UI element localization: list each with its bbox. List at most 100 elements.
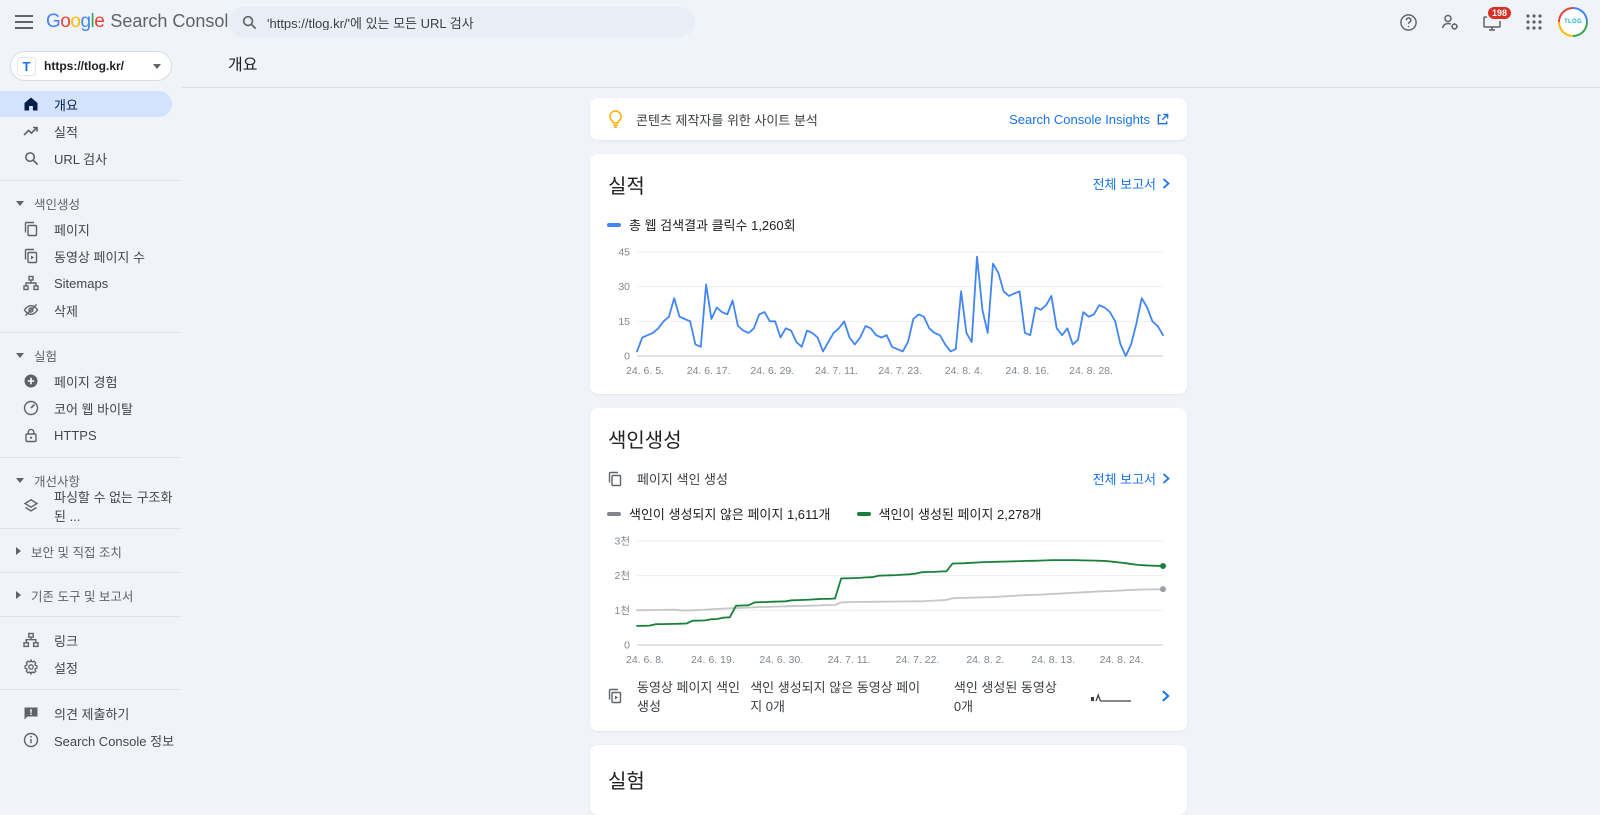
- sidebar-section-indexing[interactable]: 색인생성: [0, 191, 182, 215]
- video-not-indexed-count: 색인 생성되지 않은 동영상 페이지 0개: [750, 677, 928, 715]
- svg-text:2천: 2천: [615, 570, 631, 582]
- not-indexed-legend: 색인이 생성되지 않은 페이지 1,611개: [607, 504, 831, 523]
- sidebar-divider: [0, 457, 182, 458]
- insights-banner: 콘텐츠 제작자를 위한 사이트 분석 Search Console Insigh…: [590, 98, 1187, 140]
- video-pages-icon: [607, 688, 623, 704]
- svg-text:24. 8. 28.: 24. 8. 28.: [1069, 365, 1113, 377]
- google-apps-grid-icon[interactable]: [1516, 4, 1552, 40]
- svg-text:24. 6. 29.: 24. 6. 29.: [750, 365, 794, 377]
- sidebar-item-pages[interactable]: 페이지: [0, 216, 182, 242]
- property-domain: https://tlog.kr/: [44, 59, 145, 73]
- sidebar-item-video-pages[interactable]: 동영상 페이지 수: [0, 243, 182, 269]
- sidebar-item-label: 의견 제출하기: [54, 704, 129, 723]
- chevron-right-icon: [16, 547, 21, 555]
- svg-text:24. 6. 8.: 24. 6. 8.: [626, 654, 664, 666]
- experience-card: 실험: [590, 745, 1187, 815]
- video-indexing-label: 동영상 페이지 색인 생성: [637, 677, 750, 715]
- svg-text:24. 8. 2.: 24. 8. 2.: [966, 654, 1004, 666]
- insights-link-label: Search Console Insights: [1009, 112, 1150, 127]
- help-button[interactable]: [1390, 4, 1426, 40]
- svg-text:24. 7. 11.: 24. 7. 11.: [815, 365, 858, 377]
- not-indexed-legend-label: 색인이 생성되지 않은 페이지 1,611개: [629, 504, 831, 523]
- sidebar-item-performance[interactable]: 실적: [0, 118, 182, 144]
- chevron-right-icon: [1162, 473, 1170, 484]
- video-indexing-row[interactable]: 동영상 페이지 색인 생성 색인 생성되지 않은 동영상 페이지 0개 색인 생…: [607, 673, 1170, 719]
- sidebar-item-settings[interactable]: 설정: [0, 654, 182, 680]
- clicks-legend-label: 총 웹 검색결과 클릭수 1,260회: [629, 215, 796, 234]
- performance-full-report-link[interactable]: 전체 보고서: [1093, 174, 1170, 193]
- legend-swatch: [607, 223, 621, 227]
- whats-new-button[interactable]: 198: [1474, 4, 1510, 40]
- sidebar-item-removals[interactable]: 삭제: [0, 297, 182, 323]
- trending-up-icon: [23, 123, 39, 139]
- svg-text:24. 6. 17.: 24. 6. 17.: [687, 365, 731, 377]
- sidebar-divider: [0, 616, 182, 617]
- sidebar-item-label: 페이지 경험: [54, 372, 117, 391]
- sidebar-item-label: 설정: [54, 658, 78, 677]
- section-label: 실험: [34, 346, 57, 365]
- indexing-full-report-link[interactable]: 전체 보고서: [1093, 469, 1170, 488]
- full-report-label: 전체 보고서: [1093, 174, 1156, 193]
- video-indexed-count: 색인 생성된 동영상 0개: [954, 677, 1063, 715]
- banner-text: 콘텐츠 제작자를 위한 사이트 분석: [636, 110, 818, 129]
- sidebar-section-security[interactable]: 보안 및 직접 조치: [0, 539, 182, 563]
- sidebar-item-core-web-vitals[interactable]: 코어 웹 바이탈: [0, 395, 182, 421]
- url-inspection-searchbox[interactable]: [228, 7, 695, 37]
- sidebar-item-sitemaps[interactable]: Sitemaps: [0, 270, 182, 296]
- sidebar-item-page-experience[interactable]: 페이지 경험: [0, 368, 182, 394]
- home-icon: [23, 96, 39, 112]
- full-report-label: 전체 보고서: [1093, 469, 1156, 488]
- sidebar-item-url-inspection[interactable]: URL 검사: [0, 145, 182, 171]
- google-search-console-logo[interactable]: Google Search Console: [46, 11, 238, 33]
- property-favicon: T: [17, 57, 36, 76]
- svg-text:24. 7. 23.: 24. 7. 23.: [878, 365, 922, 377]
- section-label: 보안 및 직접 조치: [31, 542, 122, 561]
- property-selector[interactable]: T https://tlog.kr/: [10, 51, 172, 81]
- sidebar-item-label: 파싱할 수 없는 구조화된 ...: [54, 487, 182, 525]
- sidebar-divider: [0, 332, 182, 333]
- legend-swatch: [857, 512, 871, 516]
- svg-text:24. 6. 19.: 24. 6. 19.: [691, 654, 735, 666]
- feedback-icon: [23, 705, 39, 721]
- search-icon: [242, 15, 257, 30]
- sidebar-item-unparsable-structured-data[interactable]: 파싱할 수 없는 구조화된 ...: [0, 493, 182, 519]
- sidebar-item-label: 삭제: [54, 301, 78, 320]
- account-avatar[interactable]: TLOG: [1558, 7, 1588, 37]
- sitemap-icon: [23, 275, 39, 291]
- chevron-down-icon: [16, 478, 24, 483]
- hamburger-menu-icon[interactable]: [4, 2, 44, 42]
- indexing-chart[interactable]: 01천2천3천24. 6. 8.24. 6. 19.24. 6. 30.24. …: [607, 531, 1170, 671]
- chevron-right-icon[interactable]: [1161, 690, 1170, 702]
- indexed-legend: 색인이 생성된 페이지 2,278개: [857, 504, 1042, 523]
- lightbulb-icon: [608, 110, 623, 129]
- visibility-off-icon: [23, 302, 39, 318]
- sidebar-item-label: Search Console 정보: [54, 731, 174, 750]
- section-label: 색인생성: [34, 194, 80, 213]
- user-settings-button[interactable]: [1432, 4, 1468, 40]
- sidebar-item-overview[interactable]: 개요: [0, 91, 172, 117]
- search-console-insights-link[interactable]: Search Console Insights: [1009, 112, 1169, 127]
- sidebar-section-experience[interactable]: 실험: [0, 343, 182, 367]
- avatar-text: TLOG: [1560, 9, 1586, 35]
- experience-card-title: 실험: [607, 771, 645, 793]
- svg-text:1천: 1천: [615, 605, 631, 617]
- sidebar-item-label: 페이지: [54, 220, 90, 239]
- lock-icon: [23, 427, 39, 443]
- sidebar-item-feedback[interactable]: 의견 제출하기: [0, 700, 182, 726]
- sidebar-section-legacy-tools[interactable]: 기존 도구 및 보고서: [0, 583, 182, 607]
- gear-icon: [23, 659, 39, 675]
- indexing-card: 색인생성 페이지 색인 생성 전체 보고서 색인이 생성되지 않은 페이지 1,…: [590, 408, 1187, 731]
- sidebar: T https://tlog.kr/ 개요 실적 URL 검사 색인생성 페이지…: [0, 44, 182, 780]
- sidebar-item-label: URL 검사: [54, 149, 107, 168]
- info-icon: [23, 732, 39, 748]
- svg-text:24. 7. 11.: 24. 7. 11.: [828, 654, 871, 666]
- svg-text:24. 8. 24.: 24. 8. 24.: [1100, 654, 1144, 666]
- sidebar-item-about[interactable]: Search Console 정보: [0, 727, 182, 753]
- notification-badge: 198: [1486, 5, 1513, 21]
- search-input[interactable]: [267, 15, 681, 30]
- sidebar-item-links[interactable]: 링크: [0, 627, 182, 653]
- external-link-icon: [1156, 113, 1169, 126]
- sidebar-divider: [0, 528, 182, 529]
- performance-chart[interactable]: 015304524. 6. 5.24. 6. 17.24. 6. 29.24. …: [607, 242, 1170, 382]
- sidebar-item-https[interactable]: HTTPS: [0, 422, 182, 448]
